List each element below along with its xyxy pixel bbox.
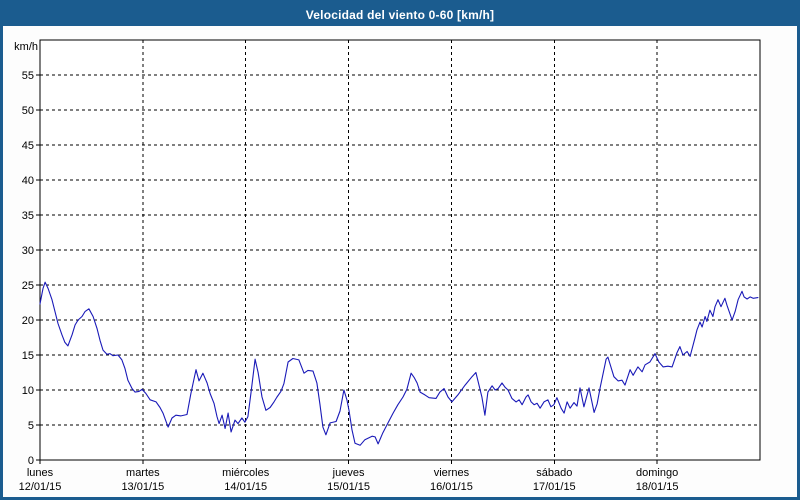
x-date-label: 13/01/15 (121, 481, 164, 493)
x-day-label: sábado (536, 467, 572, 479)
y-tick-label: 10 (22, 385, 34, 397)
x-day-label: viernes (434, 467, 470, 479)
x-day-label: martes (126, 467, 160, 479)
y-tick-label: 35 (22, 210, 34, 222)
y-tick-label: 50 (22, 105, 34, 117)
y-axis-unit-label: km/h (14, 41, 38, 53)
y-tick-label: 30 (22, 245, 34, 257)
y-tick-label: 25 (22, 280, 34, 292)
y-tick-label: 45 (22, 140, 34, 152)
y-tick-label: 0 (28, 455, 34, 467)
x-date-label: 16/01/15 (430, 481, 473, 493)
y-tick-label: 20 (22, 315, 34, 327)
y-tick-label: 15 (22, 350, 34, 362)
y-tick-label: 55 (22, 70, 34, 82)
x-day-label: jueves (332, 467, 365, 479)
x-date-label: 15/01/15 (327, 481, 370, 493)
y-tick-label: 5 (28, 420, 34, 432)
wind-speed-chart: 0 5 10 15 20 25 30 35 40 45 50 55 lunes 12/01/15 marte… (0, 0, 800, 500)
x-date-label: 18/01/15 (636, 481, 679, 493)
x-day-label: miércoles (222, 467, 270, 479)
x-date-label: 12/01/15 (19, 481, 62, 493)
x-date-label: 17/01/15 (533, 481, 576, 493)
x-date-label: 14/01/15 (224, 481, 267, 493)
x-day-label: domingo (636, 467, 678, 479)
y-tick-label: 40 (22, 175, 34, 187)
x-day-label: lunes (27, 467, 54, 479)
